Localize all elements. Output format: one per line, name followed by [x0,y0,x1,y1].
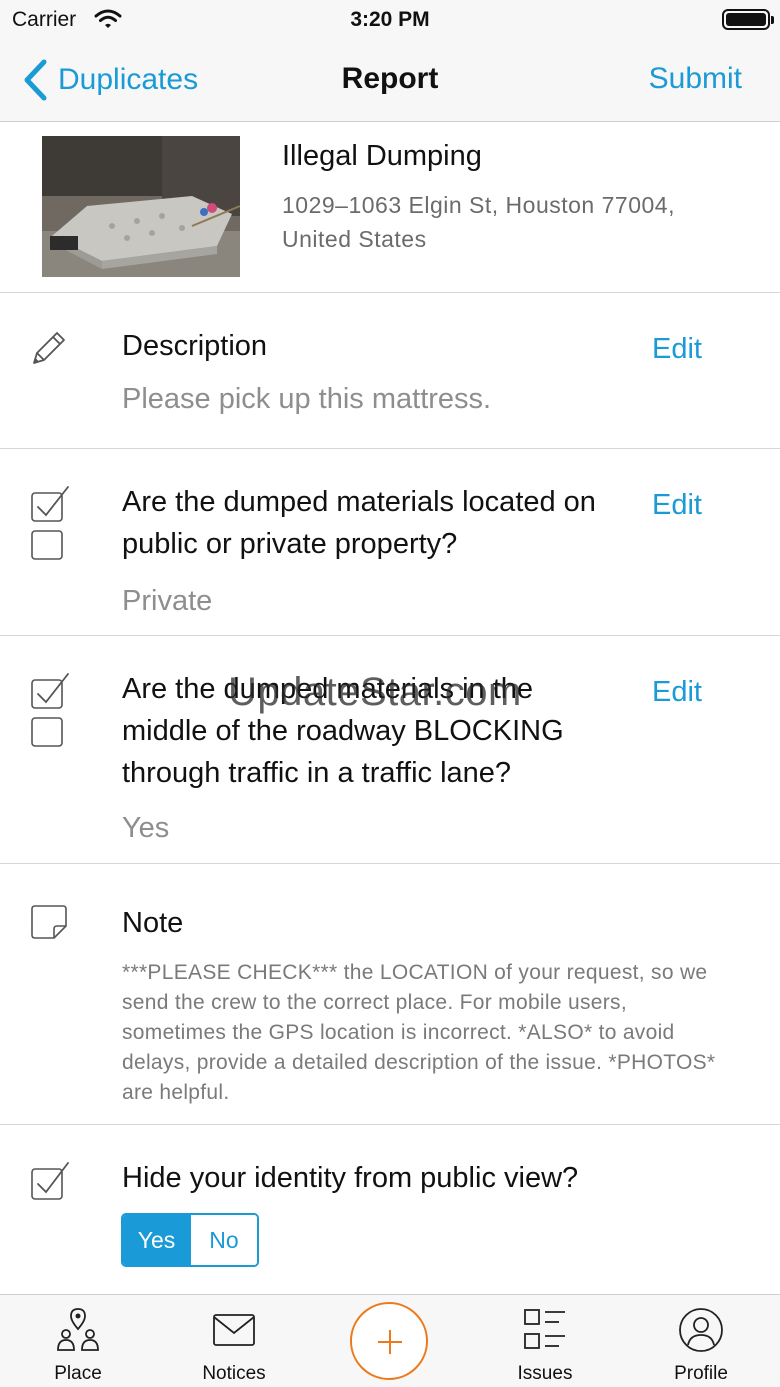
report-summary: Illegal Dumping 1029–1063 Elgin St, Hous… [0,122,780,293]
checklist-icon [31,673,69,747]
profile-icon [679,1308,723,1352]
tab-profile-label: Profile [674,1363,728,1384]
question-property-value: Private [122,585,213,617]
tab-place-label: Place [54,1363,102,1384]
place-icon [57,1308,99,1351]
privacy-question: Hide your identity from public view? [122,1162,579,1194]
report-photo[interactable] [42,136,240,277]
question-property-title: Are the dumped materials located on publ… [122,486,596,560]
new-report-button[interactable] [350,1302,428,1380]
description-value: Please pick up this mattress. [122,383,492,415]
note-section: Note ***PLEASE CHECK*** the LOCATION of … [0,864,780,1125]
note-text: ***PLEASE CHECK*** the LOCATION of your … [122,961,716,1104]
status-bar: Carrier 3:20 PM [0,0,780,40]
report-type: Illegal Dumping [282,140,482,172]
tab-profile[interactable]: Profile [636,1295,766,1387]
question-property-section: Are the dumped materials located on publ… [0,449,780,636]
question-roadway-section: Are the dumped materials in the middle o… [0,636,780,864]
tab-issues-label: Issues [517,1363,573,1384]
privacy-toggle[interactable]: Yes No [121,1213,259,1267]
privacy-section: Hide your identity from public view? Yes… [0,1125,780,1294]
navigation-bar: Duplicates Report Submit [0,40,780,122]
tab-notices-label: Notices [202,1363,266,1384]
status-time: 3:20 PM [350,8,430,31]
battery-icon [722,9,774,30]
privacy-no-option[interactable]: No [190,1215,257,1265]
submit-button[interactable]: Submit [649,62,742,96]
checklist-icon [31,486,69,560]
edit-description-button[interactable]: Edit [652,333,702,366]
question-roadway-value: Yes [122,812,170,844]
description-section: Description Please pick up this mattress… [0,293,780,449]
report-address: 1029–1063 Elgin St, Houston 77004, Unite… [282,192,675,252]
description-title: Description [122,330,268,362]
pencil-icon [33,332,65,364]
edit-property-button[interactable]: Edit [652,489,702,522]
edit-roadway-button[interactable]: Edit [652,676,702,709]
question-roadway-title: Are the dumped materials in the middle o… [122,673,564,789]
privacy-yes-option[interactable]: Yes [123,1215,190,1265]
tab-place[interactable]: Place [13,1295,143,1387]
tab-notices[interactable]: Notices [169,1295,299,1387]
checkbox-icon [31,1162,69,1200]
note-icon [31,905,67,939]
envelope-icon [213,1314,255,1346]
tab-issues[interactable]: Issues [480,1295,610,1387]
note-title: Note [122,907,184,939]
list-icon [524,1309,565,1349]
